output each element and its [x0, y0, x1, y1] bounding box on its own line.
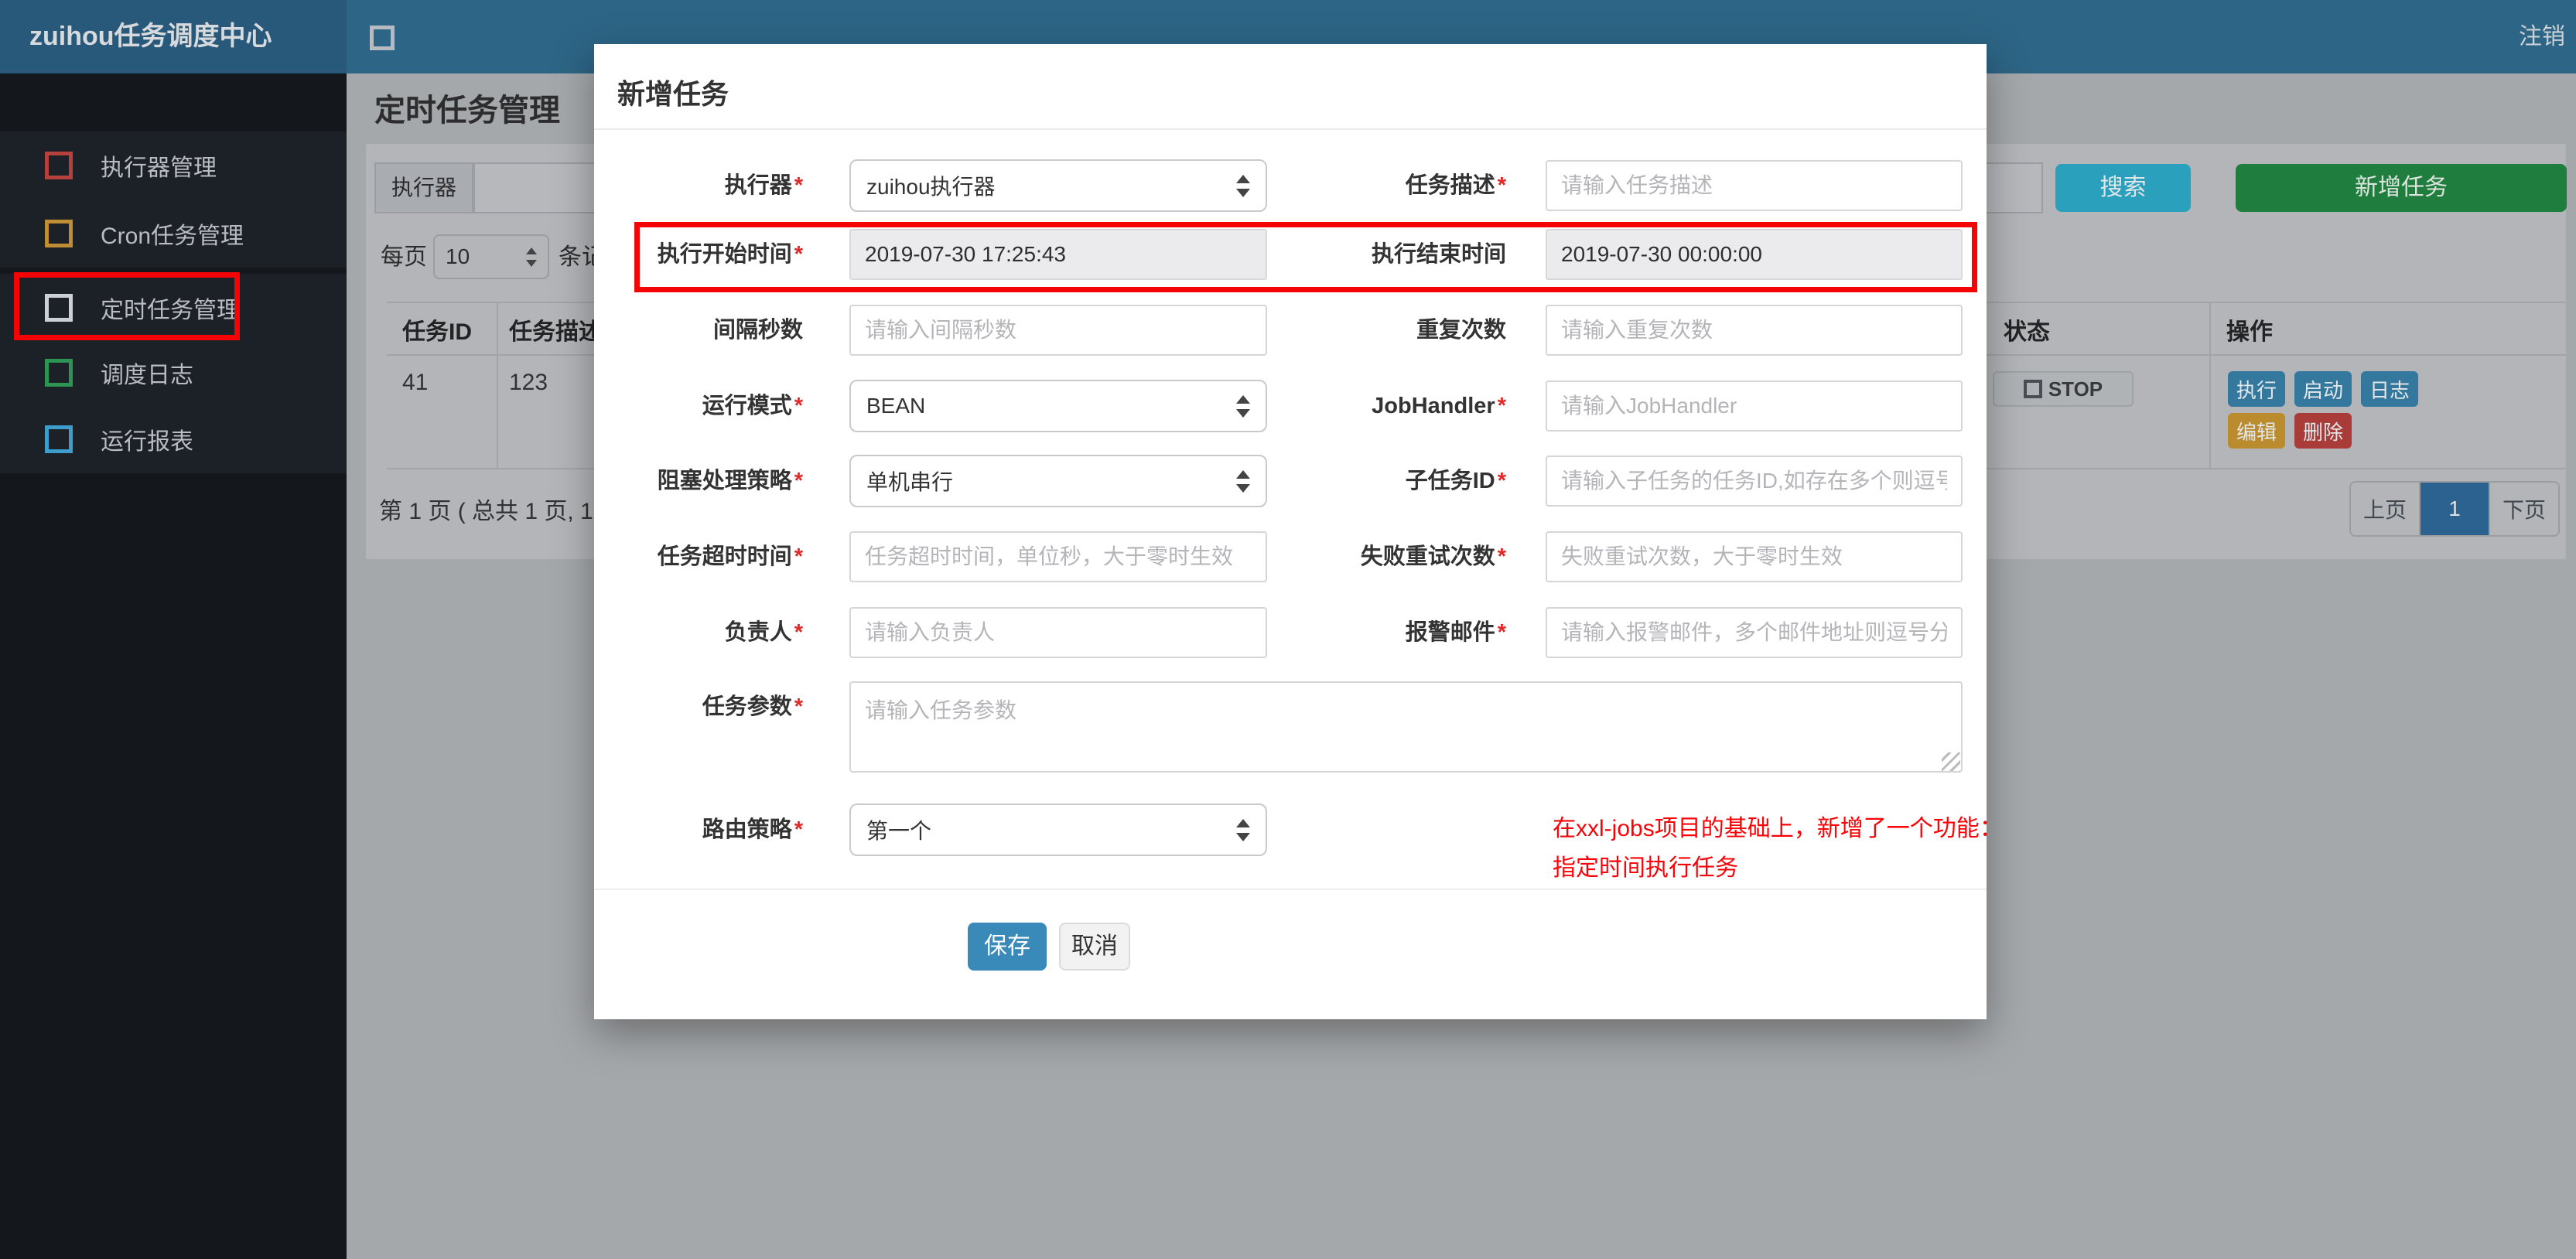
retry-label: 失败重试次数 *	[1360, 544, 1506, 569]
col-header-actions: 操作	[2226, 319, 2273, 345]
pagination: 上页 1 下页	[2349, 481, 2560, 537]
delete-button[interactable]: 删除	[2294, 413, 2352, 449]
square-icon	[45, 152, 73, 179]
page-1-button[interactable]: 1	[2419, 481, 2490, 537]
start-button[interactable]: 启动	[2294, 371, 2352, 407]
sidebar-item-cron-task-mgmt[interactable]: Cron任务管理	[0, 200, 347, 268]
run-mode-select[interactable]: BEAN	[849, 380, 1267, 432]
start-time-label: 执行开始时间 *	[657, 242, 803, 267]
executor-select[interactable]: zuihou执行器	[849, 159, 1267, 212]
alarm-email-input[interactable]	[1546, 607, 1963, 658]
table-col-separator	[497, 302, 498, 468]
block-strategy-select[interactable]: 单机串行	[849, 455, 1267, 507]
edit-button[interactable]: 编辑	[2228, 413, 2285, 449]
select-arrows-icon	[1236, 174, 1250, 197]
select-arrows-icon	[1236, 394, 1250, 418]
table-col-separator	[2209, 302, 2211, 468]
sidebar-item-run-report[interactable]: 运行报表	[0, 405, 347, 473]
prev-page-button[interactable]: 上页	[2349, 481, 2421, 537]
job-handler-input[interactable]	[1546, 380, 1963, 432]
save-button[interactable]: 保存	[968, 923, 1047, 971]
select-arrows-icon	[1236, 818, 1250, 841]
log-button[interactable]: 日志	[2361, 371, 2418, 407]
alarm-email-label: 报警邮件 *	[1405, 620, 1506, 645]
per-page-prefix: 每页	[381, 244, 427, 270]
timeout-label: 任务超时时间 *	[657, 544, 803, 569]
status-square-icon	[2023, 380, 2042, 398]
timeout-input[interactable]	[849, 531, 1267, 582]
modal-footer-divider	[594, 889, 1987, 890]
square-icon	[45, 359, 73, 387]
next-page-button[interactable]: 下页	[2489, 481, 2560, 537]
modal-title: 新增任务	[617, 78, 729, 110]
executor-label: 执行器 *	[724, 173, 803, 198]
job-handler-label: JobHandler *	[1372, 394, 1506, 418]
square-icon	[45, 220, 73, 247]
run-mode-label: 运行模式 *	[702, 394, 803, 418]
add-task-button[interactable]: 新增任务	[2236, 164, 2567, 212]
textarea-resize-grip-icon[interactable]	[1942, 752, 1960, 771]
route-strategy-select[interactable]: 第一个	[849, 804, 1267, 856]
child-job-label: 子任务ID *	[1405, 469, 1506, 493]
route-strategy-label: 路由策略 *	[702, 817, 803, 842]
square-icon	[45, 425, 73, 453]
annotation-note-line1: 在xxl-jobs项目的基础上，新增了一个功能：	[1553, 816, 2003, 841]
app-brand: zuihou任务调度中心	[0, 0, 347, 73]
block-strategy-label: 阻塞处理策略 *	[657, 469, 803, 493]
col-header-task-id[interactable]: 任务ID	[402, 312, 472, 346]
col-header-status[interactable]: 状态	[2004, 312, 2050, 346]
owner-label: 负责人 *	[724, 620, 803, 645]
sidebar-toggle-icon[interactable]	[370, 26, 395, 50]
sidebar-item-timed-task-mgmt[interactable]: 定时任务管理	[0, 274, 347, 342]
executor-filter-label: 执行器	[374, 162, 473, 213]
select-arrows-icon	[526, 247, 537, 267]
sidebar-item-executor-mgmt[interactable]: 执行器管理	[0, 131, 347, 200]
job-desc-input[interactable]	[1546, 160, 1963, 211]
owner-input[interactable]	[849, 607, 1267, 658]
page-title: 定时任务管理	[374, 94, 560, 128]
sidebar: 导航 执行器管理 Cron任务管理 定时任务管理 调度日志 运行报表	[0, 73, 347, 1259]
sidebar-item-dispatch-log[interactable]: 调度日志	[0, 339, 347, 407]
end-time-label: 执行结束时间	[1371, 242, 1506, 267]
job-param-label: 任务参数 *	[702, 694, 803, 719]
square-icon	[45, 294, 73, 322]
retry-input[interactable]	[1546, 531, 1963, 582]
cancel-button[interactable]: 取消	[1059, 923, 1130, 971]
status-badge: STOP	[1993, 371, 2134, 407]
run-button[interactable]: 执行	[2228, 371, 2285, 407]
job-param-textarea[interactable]	[849, 681, 1963, 773]
cell-task-desc: 123	[509, 370, 548, 395]
start-time-input[interactable]	[849, 229, 1267, 280]
cell-task-id: 41	[402, 370, 429, 395]
add-task-modal: 新增任务 执行器* zuihou执行器 任务描述* 执行开始时间* 执行结束时间…	[594, 44, 2003, 1019]
interval-label: 间隔秒数	[712, 318, 803, 343]
interval-input[interactable]	[849, 305, 1267, 356]
job-desc-label: 任务描述 *	[1405, 173, 1506, 198]
search-button[interactable]: 搜索	[2055, 164, 2191, 212]
col-header-task-desc[interactable]: 任务描述	[509, 312, 602, 346]
per-page-value: 10	[446, 244, 470, 268]
logout-link[interactable]: 注销	[2519, 0, 2565, 73]
repeat-input[interactable]	[1546, 305, 1963, 356]
end-time-input[interactable]	[1546, 229, 1963, 280]
modal-header-divider	[594, 128, 1987, 130]
per-page-select[interactable]: 10	[433, 234, 549, 279]
repeat-label: 重复次数	[1416, 318, 1506, 343]
child-job-input[interactable]	[1546, 455, 1963, 507]
annotation-note-line2: 指定时间执行任务	[1553, 855, 1738, 881]
select-arrows-icon	[1236, 469, 1250, 493]
